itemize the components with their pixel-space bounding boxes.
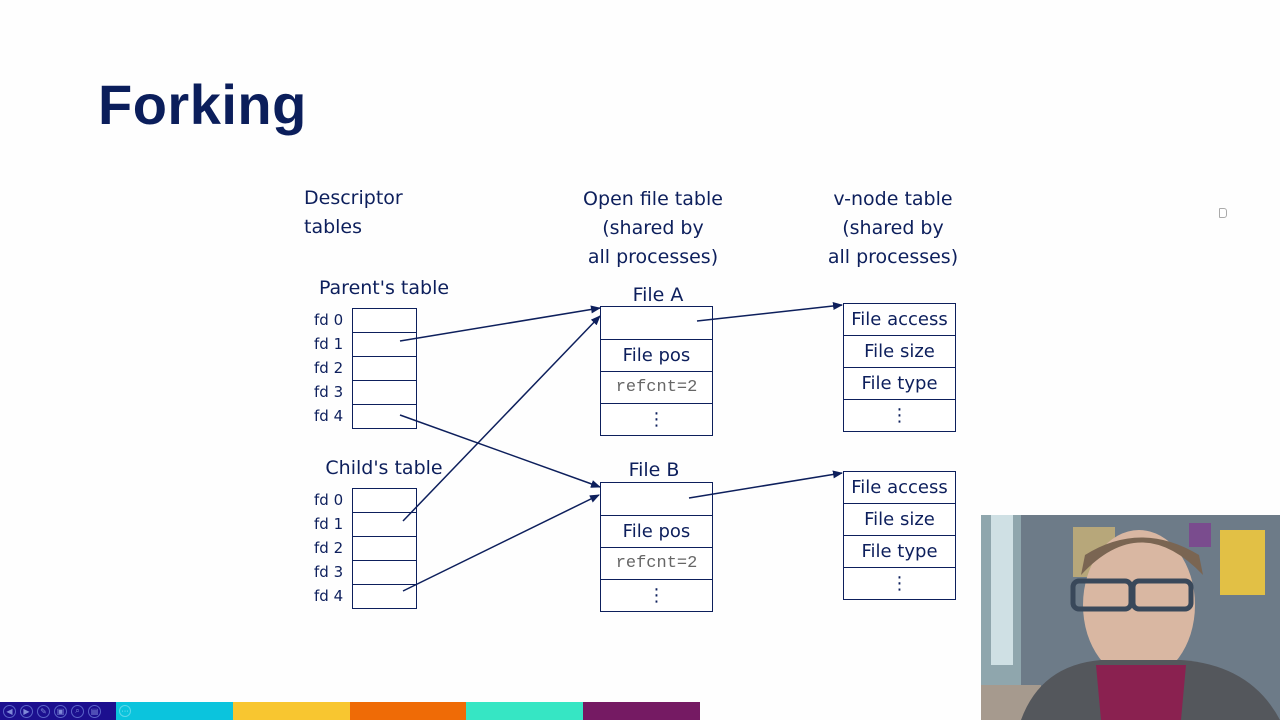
- previous-slide-icon[interactable]: ◀: [3, 704, 16, 718]
- slideshow-toolbar: ◀ ▶ ✎ ▣ ⌕ ▤: [0, 702, 116, 720]
- zoom-icon[interactable]: ⌕: [71, 704, 84, 718]
- arrow-file-a-to-vnode-1: [696, 302, 843, 322]
- arrow-child-fd4-to-file-b: [402, 494, 600, 592]
- color-bar-segment: [466, 702, 583, 720]
- next-slide-icon[interactable]: ▶: [20, 704, 33, 718]
- presenter-webcam-video: [981, 515, 1280, 720]
- color-bar-segment: [233, 702, 350, 720]
- arrow-parent-fd1-to-file-a: [399, 305, 601, 342]
- more-options-icon[interactable]: ···: [119, 705, 131, 717]
- webcam-frame: [981, 515, 1280, 720]
- pen-icon[interactable]: ✎: [37, 704, 50, 718]
- arrow-child-fd1-to-file-a: [402, 315, 601, 522]
- arrow-parent-fd4-to-file-b: [399, 414, 601, 488]
- mouse-cursor-icon: [1219, 208, 1227, 218]
- color-bar-segment: [350, 702, 466, 720]
- color-bar-segment: [116, 702, 233, 720]
- all-slides-icon[interactable]: ▣: [54, 704, 67, 718]
- arrow-file-b-to-vnode-2: [688, 470, 843, 499]
- subtitles-icon[interactable]: ▤: [88, 704, 101, 718]
- color-bar-segment: [583, 702, 700, 720]
